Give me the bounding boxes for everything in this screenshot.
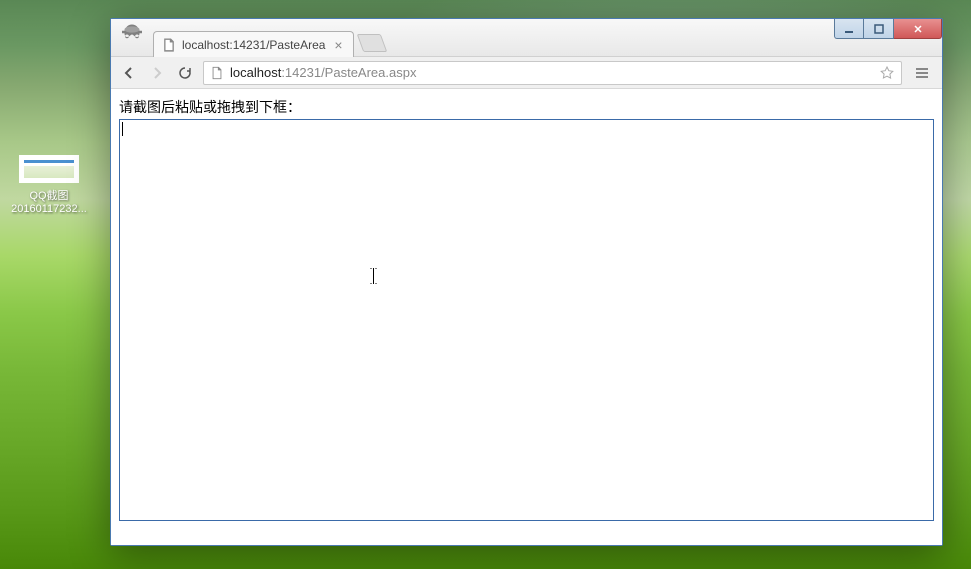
browser-toolbar: localhost:14231/PasteArea.aspx — [111, 57, 942, 89]
tab-title: localhost:14231/PasteArea — [182, 38, 325, 52]
reload-button[interactable] — [175, 63, 195, 83]
bookmark-star-icon[interactable] — [879, 65, 895, 81]
minimize-button[interactable] — [834, 19, 864, 39]
window-controls — [834, 19, 942, 39]
browser-tab[interactable]: localhost:14231/PasteArea × — [153, 31, 354, 57]
file-thumbnail-icon — [19, 155, 79, 183]
desktop-icon-label: 20160117232... — [10, 203, 88, 215]
text-caret-icon — [122, 122, 123, 136]
desktop-file-icon[interactable]: QQ截图 20160117232... — [10, 155, 88, 215]
close-button[interactable] — [894, 19, 942, 39]
page-icon — [210, 66, 224, 80]
incognito-icon — [117, 22, 147, 52]
ibeam-cursor-icon — [370, 268, 377, 284]
tab-close-button[interactable]: × — [331, 38, 345, 52]
paste-area-input[interactable] — [119, 119, 934, 521]
browser-window: localhost:14231/PasteArea × — [110, 18, 943, 546]
new-tab-button[interactable] — [357, 34, 388, 52]
url-path: :14231/PasteArea.aspx — [281, 65, 416, 80]
page-favicon-icon — [162, 38, 176, 52]
url-text: localhost:14231/PasteArea.aspx — [230, 65, 873, 80]
menu-button[interactable] — [910, 63, 934, 83]
page-content: 请截图后粘贴或拖拽到下框： — [111, 89, 942, 545]
back-button[interactable] — [119, 63, 139, 83]
maximize-button[interactable] — [864, 19, 894, 39]
instruction-label: 请截图后粘贴或拖拽到下框： — [119, 97, 934, 117]
forward-button[interactable] — [147, 63, 167, 83]
address-bar[interactable]: localhost:14231/PasteArea.aspx — [203, 61, 902, 85]
url-host: localhost — [230, 65, 281, 80]
desktop-icon-label: QQ截图 — [10, 187, 88, 203]
browser-titlebar[interactable]: localhost:14231/PasteArea × — [111, 19, 942, 57]
